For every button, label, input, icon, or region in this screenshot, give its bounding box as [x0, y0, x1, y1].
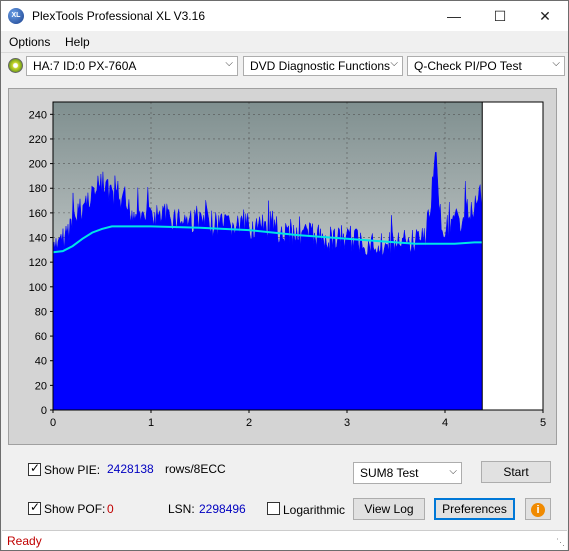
title-bar[interactable]: XL PlexTools Professional XL V3.16 — ☐ ✕	[1, 1, 568, 31]
test-select[interactable]: Q-Check PI/PO Test ⌵	[407, 56, 565, 76]
view-log-button[interactable]: View Log	[353, 498, 425, 520]
info-icon: i	[531, 503, 545, 517]
drive-select[interactable]: HA:7 ID:0 PX-760A ⌵	[26, 56, 238, 76]
app-window: XL PlexTools Professional XL V3.16 — ☐ ✕…	[0, 0, 569, 551]
divider	[1, 52, 568, 53]
menu-options[interactable]: Options	[9, 35, 50, 49]
show-pie-label: Show PIE:	[44, 463, 101, 477]
status-text: Ready	[7, 534, 42, 548]
menu-bar: Options Help	[1, 32, 568, 52]
status-bar: Ready ⋱	[2, 530, 567, 550]
chevron-down-icon: ⌵	[390, 58, 398, 69]
y-tick-label: 120	[29, 257, 47, 269]
function-select[interactable]: DVD Diagnostic Functions ⌵	[243, 56, 403, 76]
y-tick-label: 80	[35, 306, 47, 318]
x-tick-label: 4	[442, 417, 448, 429]
start-button[interactable]: Start	[481, 461, 551, 483]
y-tick-label: 180	[29, 183, 47, 195]
chevron-down-icon: ⌵	[449, 466, 457, 477]
drive-select-value: HA:7 ID:0 PX-760A	[33, 59, 137, 73]
chevron-down-icon: ⌵	[225, 58, 233, 69]
x-tick-label: 5	[540, 417, 546, 429]
y-tick-label: 220	[29, 134, 47, 146]
maximize-icon[interactable]: ☐	[477, 1, 523, 31]
y-tick-label: 160	[29, 208, 47, 220]
preferences-button[interactable]: Preferences	[434, 498, 515, 520]
disc-drive-icon	[8, 58, 23, 73]
y-tick-label: 60	[35, 331, 47, 343]
pie-chart-plot: 0 20 40 60 80 100 120 140 160 180 200 220 240 0 1 2 3 4 5	[29, 101, 546, 429]
app-icon: XL	[8, 8, 24, 24]
y-tick-label: 40	[35, 356, 47, 368]
x-tick-label: 3	[344, 417, 350, 429]
y-tick-label: 100	[29, 282, 47, 294]
rows-label: rows/8ECC	[165, 462, 226, 476]
minimize-icon[interactable]: —	[431, 1, 477, 31]
logarithmic-label: Logarithmic	[283, 503, 346, 517]
show-pof-checkbox[interactable]	[28, 500, 41, 515]
test-select-value: Q-Check PI/PO Test	[414, 59, 522, 73]
chart-panel: 0 20 40 60 80 100 120 140 160 180 200 220 240 0 1 2 3 4 5	[8, 88, 557, 445]
y-tick-label: 240	[29, 109, 47, 121]
show-pof-label: Show POF:	[44, 502, 106, 516]
y-tick-label: 140	[29, 233, 47, 245]
window-title: PlexTools Professional XL V3.16	[32, 9, 205, 23]
menu-help[interactable]: Help	[65, 35, 90, 49]
y-tick-label: 200	[29, 159, 47, 171]
unused-region	[482, 102, 543, 410]
show-pie-checkbox[interactable]	[28, 461, 41, 476]
y-tick-label: 20	[35, 380, 47, 392]
x-tick-label: 1	[148, 417, 154, 429]
close-icon[interactable]: ✕	[522, 1, 568, 31]
pof-value: 0	[107, 502, 114, 516]
logarithmic-checkbox[interactable]	[267, 502, 280, 515]
function-select-value: DVD Diagnostic Functions	[250, 59, 391, 73]
x-tick-label: 2	[246, 417, 252, 429]
pie-value: 2428138	[107, 462, 154, 476]
sum-test-select[interactable]: SUM8 Test ⌵	[353, 462, 462, 484]
y-tick-label: 0	[41, 405, 47, 417]
chevron-down-icon: ⌵	[552, 58, 560, 69]
lsn-label: LSN:	[168, 502, 195, 516]
resize-grip-icon[interactable]: ⋱	[556, 537, 565, 548]
sum-test-value: SUM8 Test	[360, 466, 419, 480]
info-button[interactable]: i	[525, 498, 551, 520]
x-tick-label: 0	[50, 417, 56, 429]
lsn-value: 2298496	[199, 502, 246, 516]
